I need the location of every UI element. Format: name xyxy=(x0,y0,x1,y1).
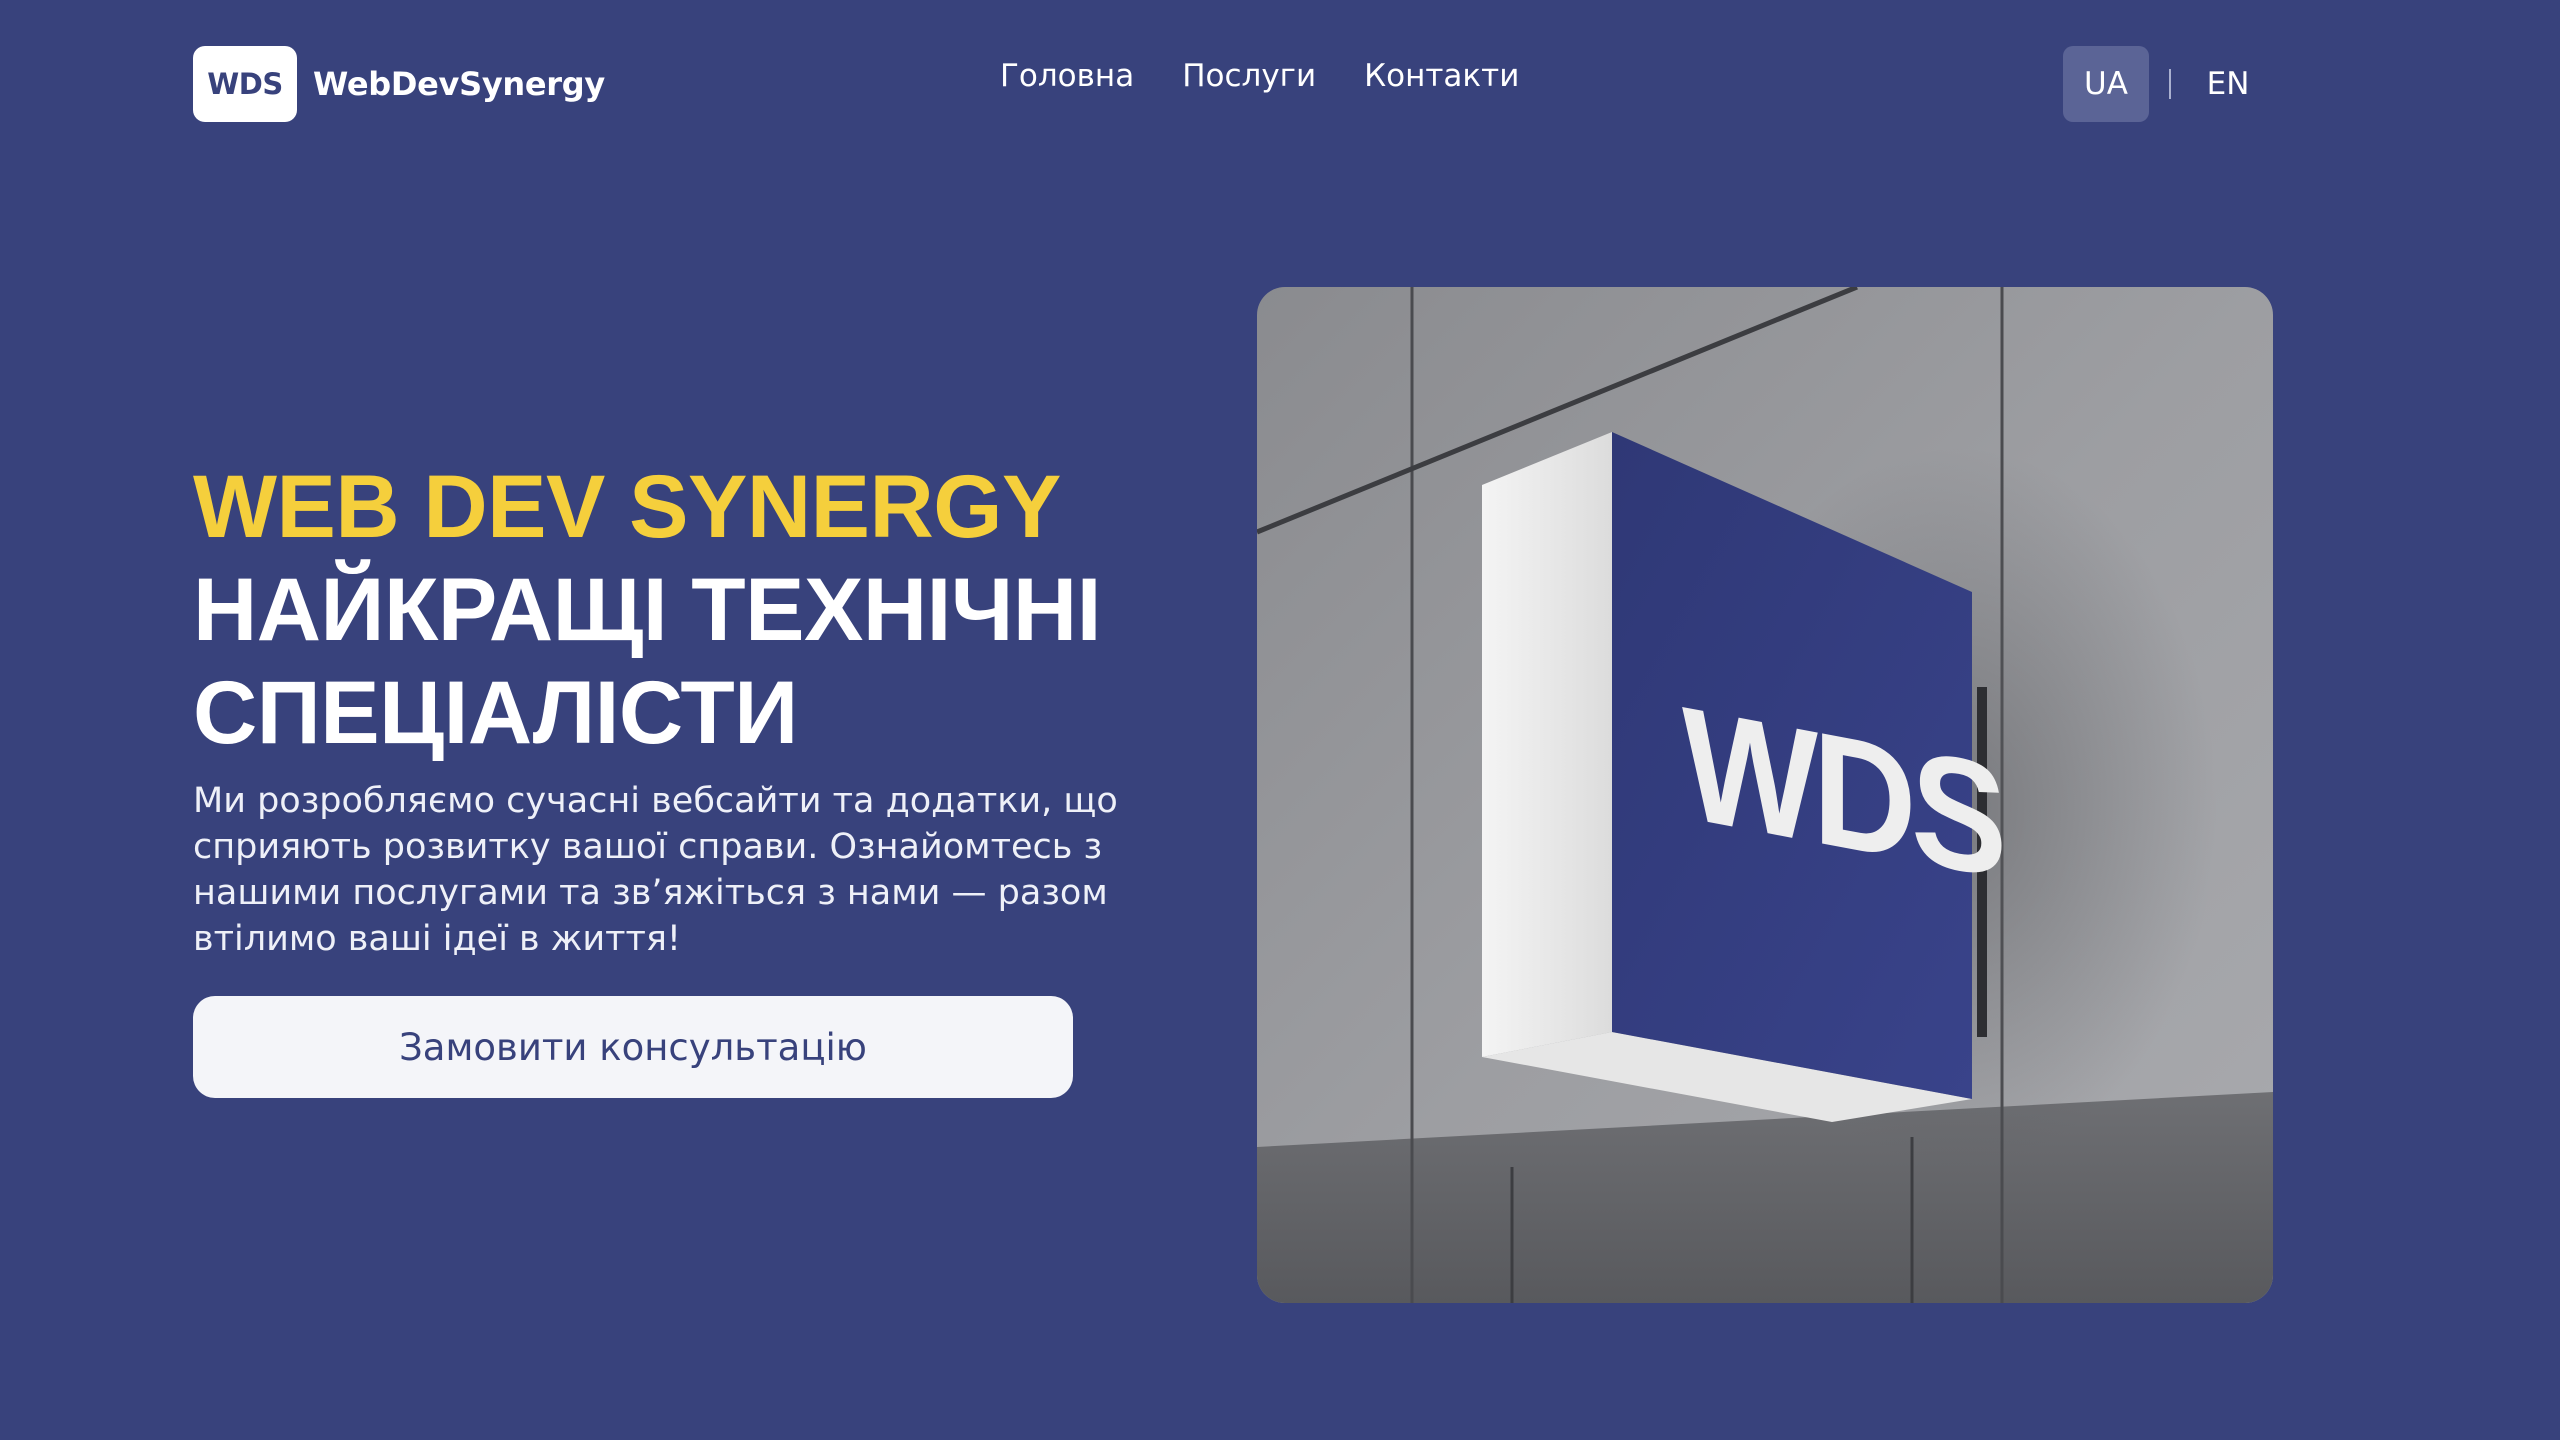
nav-item-services[interactable]: Послуги xyxy=(1182,58,1316,94)
lang-divider xyxy=(2169,69,2171,99)
signboard-photo: WDS xyxy=(1257,287,2273,1303)
hero-title-accent: WEB DEV SYNERGY xyxy=(193,456,1061,556)
hero-image: WDS xyxy=(1257,287,2273,1303)
order-consultation-button[interactable]: Замовити консультацію xyxy=(193,996,1073,1098)
nav-item-home[interactable]: Головна xyxy=(1000,58,1134,94)
hero-description: Ми розробляємо сучасні вебсайти та додат… xyxy=(193,781,1118,959)
lang-ua-button[interactable]: UA xyxy=(2063,46,2149,122)
hero-title-line2: СПЕЦІАЛІСТИ xyxy=(193,662,798,762)
language-switcher: UA EN xyxy=(2063,46,2251,122)
hero-section: WEB DEV SYNERGY НАЙКРАЩІ ТЕХНІЧНІ СПЕЦІА… xyxy=(193,455,1153,962)
logo-link[interactable]: WDS WebDevSynergy xyxy=(193,46,605,122)
logo-text: WebDevSynergy xyxy=(313,65,605,103)
main-nav: Головна Послуги Контакти xyxy=(1000,58,1519,94)
lang-en-button[interactable]: EN xyxy=(2205,46,2251,122)
site-header: WDS WebDevSynergy Головна Послуги Контак… xyxy=(0,0,2560,170)
hero-title: WEB DEV SYNERGY НАЙКРАЩІ ТЕХНІЧНІ СПЕЦІА… xyxy=(193,455,1153,764)
logo-badge: WDS xyxy=(193,46,297,122)
hero-title-line1: НАЙКРАЩІ ТЕХНІЧНІ xyxy=(193,559,1101,659)
nav-item-contacts[interactable]: Контакти xyxy=(1364,58,1519,94)
